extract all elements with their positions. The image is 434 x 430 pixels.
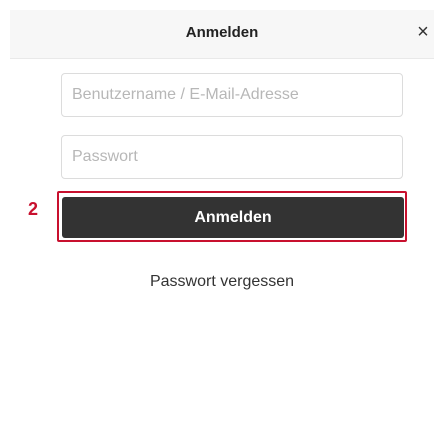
dialog-title: Anmelden bbox=[185, 24, 259, 41]
close-icon[interactable]: × bbox=[412, 20, 434, 44]
login-dialog: Anmelden × Anmelden Passwort vergessen bbox=[10, 10, 434, 430]
login-button[interactable]: Anmelden bbox=[62, 197, 404, 238]
dialog-header: Anmelden × bbox=[10, 10, 434, 59]
password-input[interactable] bbox=[61, 135, 403, 179]
username-input[interactable] bbox=[61, 73, 403, 117]
forgot-password-link[interactable]: Passwort vergessen bbox=[10, 273, 434, 291]
step-number-label: 2 bbox=[28, 199, 39, 219]
